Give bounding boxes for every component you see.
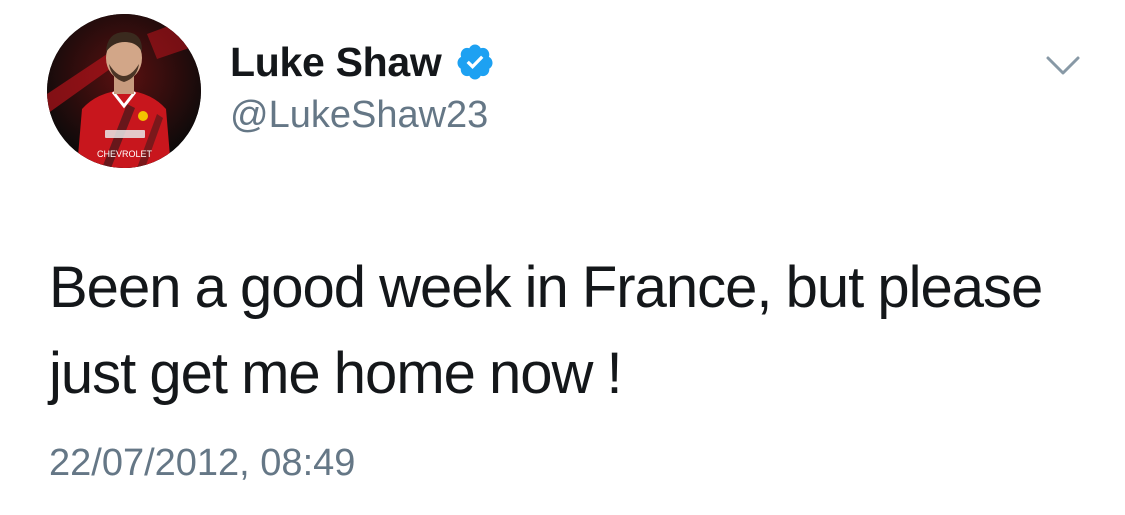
verified-badge-icon (455, 42, 495, 82)
tweet: CHEVROLET Luke Shaw @LukeShaw23 Been a g… (0, 0, 1125, 515)
tweet-text: Been a good week in France, but please j… (49, 255, 1043, 406)
user-block: Luke Shaw @LukeShaw23 (230, 36, 495, 137)
name-row: Luke Shaw (230, 36, 495, 88)
chevron-down-icon[interactable] (1045, 55, 1081, 77)
handle[interactable]: @LukeShaw23 (230, 94, 495, 137)
avatar-sponsor-text: CHEVROLET (97, 149, 153, 159)
display-name[interactable]: Luke Shaw (230, 39, 442, 86)
timestamp[interactable]: 22/07/2012, 08:49 (49, 442, 355, 485)
avatar[interactable]: CHEVROLET (47, 14, 201, 168)
avatar-image: CHEVROLET (47, 14, 201, 168)
